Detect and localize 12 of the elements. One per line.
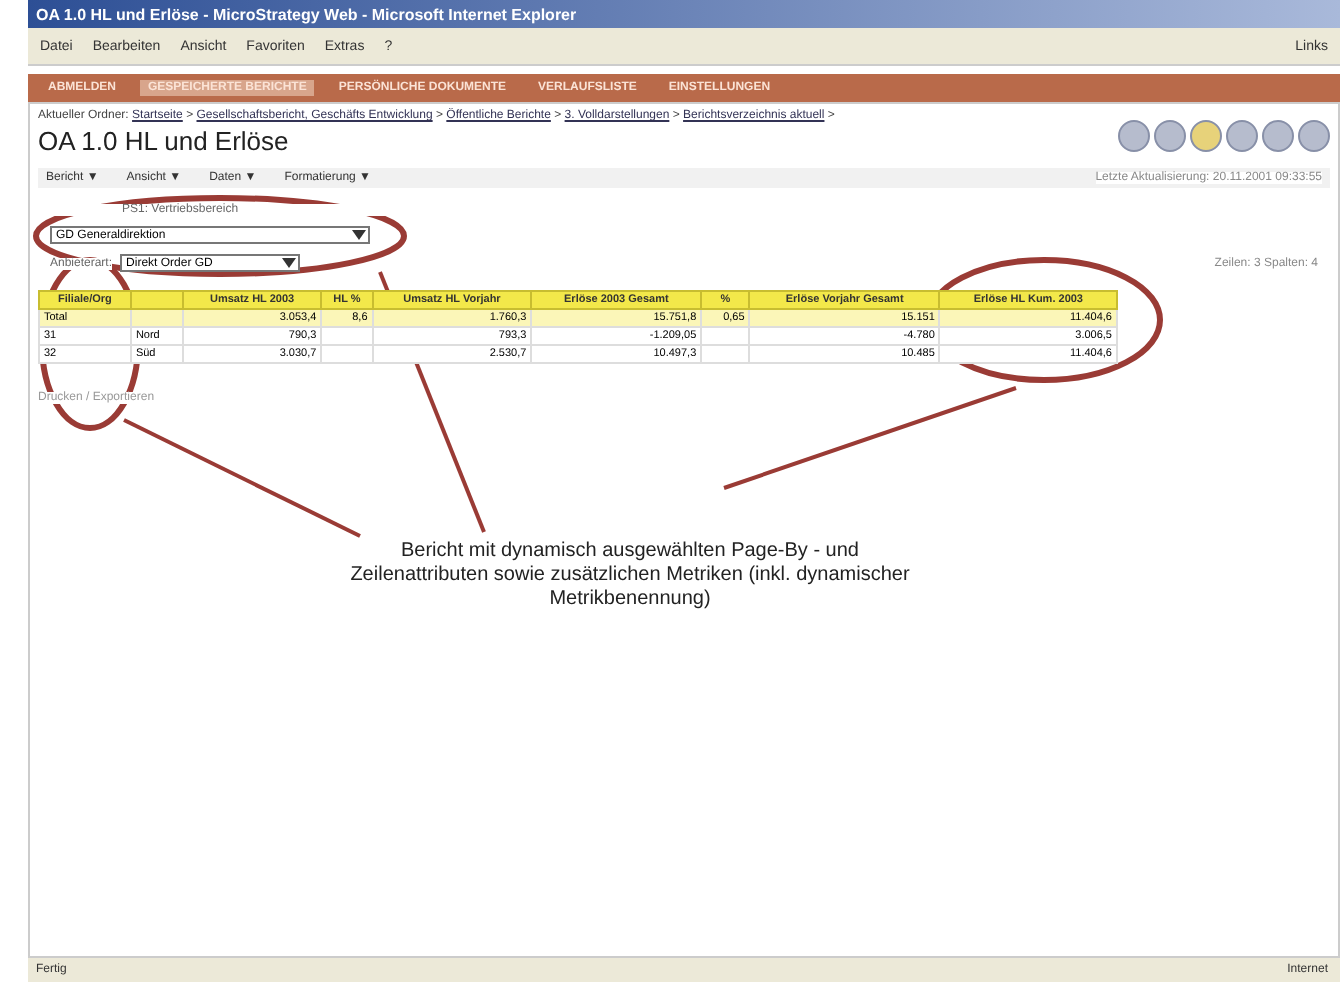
annotation-text: Bericht mit dynamisch ausgewählten Page-By - und Zeilenattributen sowie zusätzlichen Metriken (inkl. dynamischer Metrikbenennung) [348,540,912,612]
dropdown-caret-icon [282,258,297,268]
view-mode-icon[interactable] [1298,120,1330,152]
window-title: OA 1.0 HL und Erlöse - MicroStrategy Web - Microsoft Internet Explorer [36,5,577,23]
dropdown-caret-icon [352,230,366,240]
report-title: OA 1.0 HL und Erlöse [38,126,291,156]
column-header [130,291,183,309]
view-mode-icon[interactable] [1262,120,1294,152]
view-mode-icon[interactable] [1118,120,1150,152]
view-mode-icon[interactable] [1154,120,1186,152]
view-mode-icon[interactable] [1226,120,1258,152]
view-mode-icon[interactable] [1190,120,1222,152]
